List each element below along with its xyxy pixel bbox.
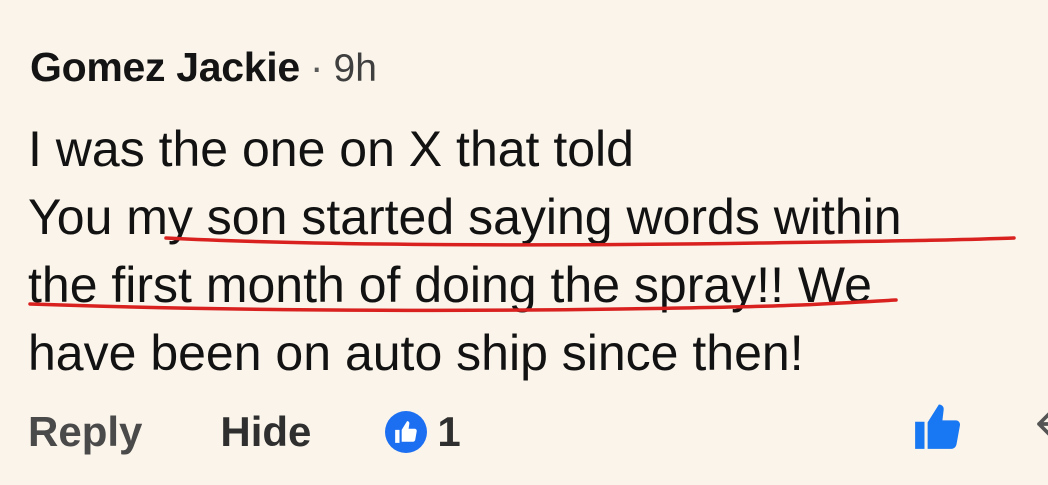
hide-button[interactable]: Hide xyxy=(220,408,311,456)
comment-line: You my son started saying words within xyxy=(28,189,902,245)
thumbs-up-icon[interactable] xyxy=(911,402,963,452)
comment-line: the first month of doing the spray!! We xyxy=(28,257,872,313)
comment-actions: Reply Hide 1 xyxy=(28,404,461,460)
comment-body: I was the one on X that told You my son … xyxy=(28,115,1038,387)
thumbs-up-icon xyxy=(385,411,428,453)
separator-dot: · xyxy=(309,44,324,90)
comment-line: have been on auto ship since then! xyxy=(28,325,804,381)
reply-icon[interactable] xyxy=(1034,404,1048,444)
reaction-count: 1 xyxy=(437,408,461,455)
comment: Gomez Jackie · 9h I was the one on X tha… xyxy=(0,0,1048,485)
timestamp[interactable]: 9h xyxy=(334,47,377,91)
comment-line: I was the one on X that told xyxy=(28,121,634,177)
comment-header: Gomez Jackie · 9h xyxy=(30,44,377,100)
author-name[interactable]: Gomez Jackie xyxy=(30,44,300,91)
reaction-summary[interactable]: 1 xyxy=(385,408,461,456)
reply-button[interactable]: Reply xyxy=(28,408,142,456)
